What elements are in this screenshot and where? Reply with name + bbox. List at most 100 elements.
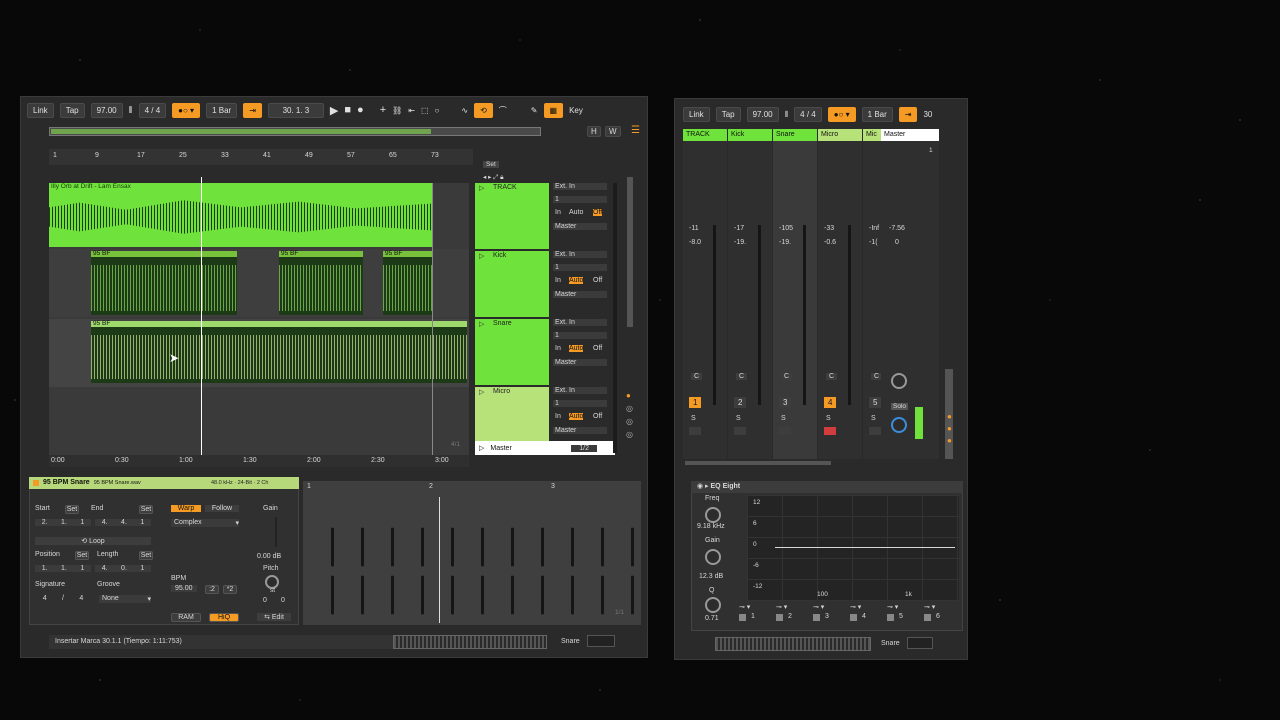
mixer-meter-field[interactable]: 4 / 4 (794, 107, 822, 122)
lane-micro[interactable] (49, 389, 469, 455)
track-in-button[interactable]: In (555, 209, 561, 216)
eq-filter-type-icon[interactable]: ⊸ ▾ (813, 603, 824, 611)
eq-filter-type-icon[interactable]: ⊸ ▾ (924, 603, 935, 611)
eq-q-value[interactable]: 0.71 (705, 615, 719, 622)
mixer-strip-title[interactable]: TRACK (683, 129, 727, 141)
mixer-strip-title[interactable]: Micro (818, 129, 862, 141)
play-icon[interactable]: ▶ (330, 104, 338, 117)
signature-field[interactable]: 4/4 (35, 595, 91, 602)
eq-filter-type-icon[interactable]: ⊸ ▾ (776, 603, 787, 611)
mixer-solo-button[interactable]: S (871, 415, 876, 422)
track-output-select[interactable]: Master (553, 291, 607, 298)
eq-q-knob[interactable] (705, 597, 721, 613)
half-tempo-button[interactable]: :2 (205, 585, 219, 594)
mixer-strip-title[interactable]: Kick (728, 129, 772, 141)
eq-band-toggle[interactable] (813, 614, 820, 621)
eq-band-6[interactable]: ⊸ ▾ 6 (922, 603, 956, 625)
mixer-solo-button[interactable]: S (736, 415, 741, 422)
mixer-tempo-field[interactable]: 97.00 (746, 107, 779, 122)
mixer-volume[interactable]: -8.0 (689, 239, 701, 246)
mixer-arm-button[interactable] (824, 427, 836, 435)
clip-snare[interactable]: 95 BF (91, 320, 467, 383)
tempo-field[interactable]: 97.00 (90, 102, 123, 118)
mixer-arm-button[interactable] (869, 427, 881, 435)
eq-band-toggle[interactable] (739, 614, 746, 621)
mixer-strip-title[interactable]: Snare (773, 129, 817, 141)
edit-button[interactable]: ⇆ Edit (257, 613, 291, 621)
mixer-crossfade-c[interactable]: C (826, 373, 838, 380)
eq-display[interactable] (747, 495, 959, 601)
link-button[interactable]: Link (27, 102, 54, 118)
curve-icon[interactable]: ⌒ (499, 105, 507, 116)
mixer-status-overview[interactable] (715, 637, 871, 651)
mixer-arm-button[interactable] (689, 427, 701, 435)
start-field[interactable]: 2. 1. 1 (35, 519, 91, 526)
length-set-button[interactable]: Set (139, 551, 153, 560)
groove-select[interactable]: None ▾ (99, 595, 151, 603)
start-set-button[interactable]: Set (65, 505, 79, 514)
menu-icon[interactable]: ☰ (631, 125, 640, 136)
eq-band-1[interactable]: ⊸ ▾ 1 (737, 603, 771, 625)
double-tempo-button[interactable]: *2 (223, 585, 237, 594)
circle-icon[interactable]: ○ (435, 106, 440, 115)
metronome-icon[interactable]: ⦀ (129, 105, 133, 116)
mixer-quantize-select[interactable]: 1 Bar (861, 107, 893, 122)
tap-button[interactable]: Tap (59, 102, 85, 118)
track-off-button[interactable]: Off (593, 209, 603, 216)
follow-button[interactable]: ⇥ (243, 102, 262, 118)
mixer-arm-button[interactable] (779, 427, 791, 435)
device-power-icon[interactable]: ◉ (697, 483, 703, 490)
track-channel-select[interactable]: 1 (553, 264, 607, 271)
loop-icon[interactable]: ⬚ (421, 106, 429, 115)
track-in-button[interactable]: In (555, 277, 561, 284)
eq-band-2[interactable]: ⊸ ▾ 2 (774, 603, 808, 625)
song-position-field[interactable]: 30. 1. 3 (267, 102, 324, 118)
mixer-fader[interactable] (758, 225, 761, 405)
track-channel-select[interactable]: 1 (553, 332, 607, 339)
record-icon[interactable]: ● (357, 104, 364, 116)
gain-slider[interactable] (275, 517, 277, 547)
master-track-header[interactable]: ▷ Master 1/2 (475, 441, 615, 455)
track-fold-icon[interactable]: ▷ (479, 252, 484, 260)
clip-track-1[interactable]: Illy Orb at Drift - Lam Ensax (49, 183, 433, 247)
mixer-volume[interactable]: -0.6 (824, 239, 836, 246)
length-field[interactable]: 4. 0. 1 (95, 565, 151, 572)
follow-button[interactable]: Follow (205, 505, 239, 512)
master-volume[interactable]: 0 (895, 239, 899, 246)
track-fold-icon[interactable]: ▷ (479, 388, 484, 396)
fold-icon[interactable]: ▷ (479, 444, 484, 452)
w-button[interactable]: W (605, 126, 621, 137)
mixer-volume[interactable]: -1( (869, 239, 878, 246)
h-button[interactable]: H (587, 126, 601, 137)
track-output-select[interactable]: Master (553, 223, 607, 230)
pitch-semitones[interactable]: 0 (263, 597, 267, 604)
track-scrollbar[interactable] (627, 177, 633, 327)
eq-filter-type-icon[interactable]: ⊸ ▾ (850, 603, 861, 611)
track-in-button[interactable]: In (555, 345, 561, 352)
warp-mode-select[interactable]: Complex ▾ (171, 519, 239, 527)
mixer-solo-button[interactable]: S (781, 415, 786, 422)
add-icon[interactable]: + (380, 104, 386, 116)
clip-active-icon[interactable] (33, 480, 39, 486)
mixer-side-icons[interactable]: ● ● ● (947, 411, 952, 447)
track-output-select[interactable]: Master (553, 359, 607, 366)
eq-band-toggle[interactable] (924, 614, 931, 621)
side-icons[interactable]: ● ◎ ◎ ◎ (626, 389, 633, 441)
clip-kick-c[interactable]: 95 BF (383, 250, 433, 315)
record-mode-button[interactable]: ●○ ▾ (172, 102, 201, 118)
mixer-metronome-icon[interactable]: ⦀ (785, 110, 789, 120)
mixer-solo-button[interactable]: S (826, 415, 831, 422)
eq-band-5[interactable]: ⊸ ▾ 5 (885, 603, 919, 625)
eq-band-3[interactable]: ⊸ ▾ 3 (811, 603, 845, 625)
eq-gain-knob[interactable] (705, 549, 721, 565)
mixer-tap-button[interactable]: Tap (715, 107, 741, 122)
master-strip-title[interactable]: Master (881, 129, 939, 141)
punch-in-icon[interactable]: ⇤ (408, 106, 415, 115)
mixer-record-mode-button[interactable]: ●○ ▾ (827, 107, 856, 122)
track-off-button[interactable]: Off (593, 345, 602, 352)
track-off-button[interactable]: Off (593, 277, 602, 284)
clip-kick-b[interactable]: 95 BF (279, 250, 363, 315)
clip-kick-a[interactable]: 95 BF (91, 250, 237, 315)
master-solo-button[interactable]: Solo (891, 403, 909, 410)
eq-title-bar[interactable]: ◉ ▸ EQ Eight (691, 481, 963, 493)
